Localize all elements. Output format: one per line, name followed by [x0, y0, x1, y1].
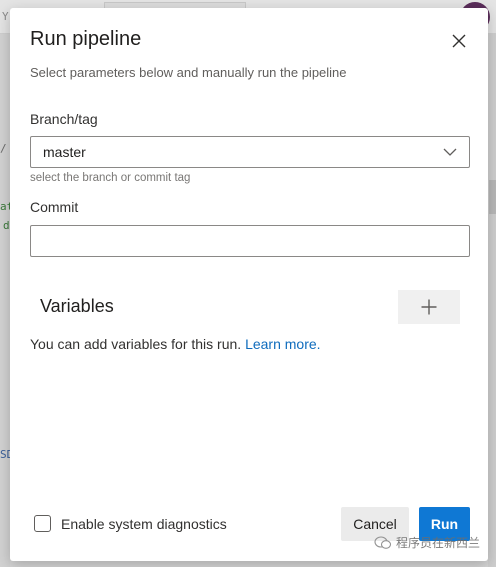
plus-icon — [421, 299, 437, 315]
branch-helper-text: select the branch or commit tag — [30, 172, 191, 184]
diagnostics-label: Enable system diagnostics — [61, 515, 227, 532]
variables-info-text: You can add variables for this run. — [30, 336, 242, 352]
watermark: 程序员在新西兰 — [374, 534, 480, 551]
watermark-text: 程序员在新西兰 — [396, 536, 481, 550]
learn-more-link[interactable]: Learn more. — [245, 336, 320, 352]
commit-input[interactable] — [30, 225, 470, 257]
branch-select[interactable]: master — [30, 136, 470, 168]
close-button[interactable] — [446, 28, 472, 54]
dialog-title: Run pipeline — [30, 28, 142, 50]
close-icon — [452, 34, 466, 48]
background-left-panel — [0, 34, 10, 567]
run-pipeline-dialog: Run pipeline Select parameters below and… — [10, 8, 488, 561]
diagnostics-checkbox[interactable] — [34, 515, 51, 532]
background-scrollbar — [489, 180, 496, 214]
variables-title: Variables — [40, 296, 114, 316]
background-text: Y — [2, 10, 9, 23]
diagnostics-row: Enable system diagnostics — [34, 515, 227, 532]
commit-label: Commit — [30, 199, 79, 215]
wechat-icon — [374, 535, 392, 550]
add-variable-button[interactable] — [398, 290, 460, 324]
branch-label: Branch/tag — [30, 111, 98, 127]
variables-info: You can add variables for this run. Lear… — [30, 336, 321, 352]
background-right-panel — [488, 34, 496, 567]
dialog-subtitle: Select parameters below and manually run… — [30, 65, 347, 80]
branch-value: master — [43, 144, 86, 160]
background-text: d — [3, 219, 10, 232]
background-text: / — [0, 142, 7, 155]
chevron-down-icon — [443, 145, 457, 159]
